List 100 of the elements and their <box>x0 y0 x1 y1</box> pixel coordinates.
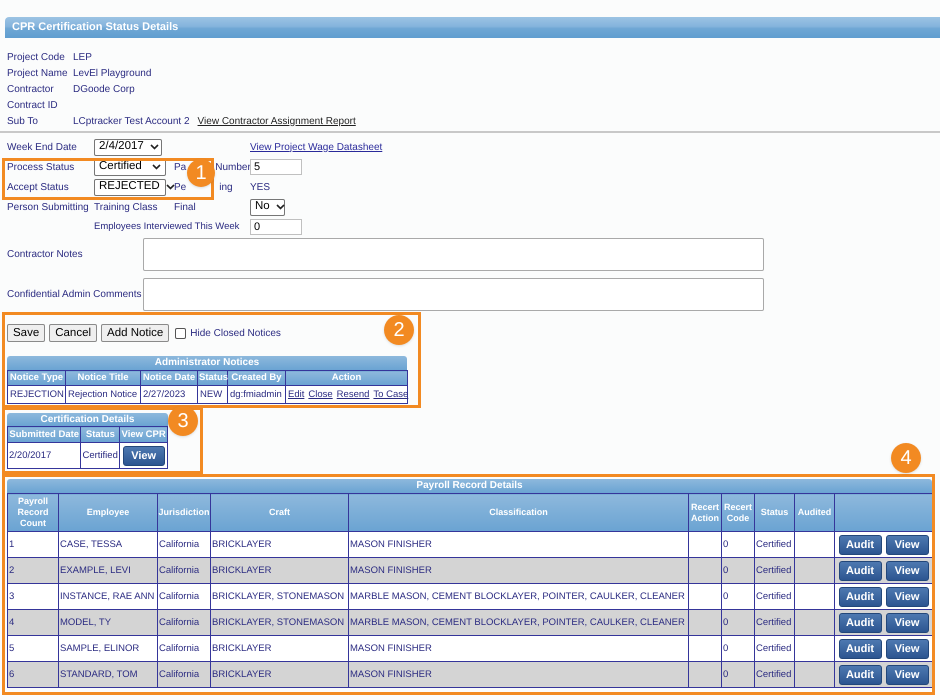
table-cell: MASON FINISHER <box>350 642 432 654</box>
table-cell: 2/20/2017 <box>8 442 81 469</box>
column-header: Recert Code <box>724 502 752 523</box>
table-cell: 0 <box>723 642 728 654</box>
dark-button[interactable]: Audit <box>838 534 882 555</box>
table-cell: 2/27/2023 <box>140 386 198 404</box>
value: LEP <box>73 50 92 64</box>
table-cell: 0 <box>723 564 728 576</box>
dark-button[interactable]: View <box>886 612 928 633</box>
table-cell: BRICKLAYER, STONEMASON <box>212 590 344 602</box>
table-cell: MARBLE MASON, CEMENT BLOCKLAYER, POINTER, CAULKER, CLEANER <box>350 616 685 628</box>
label: Week End Date <box>7 140 78 154</box>
dark-button[interactable]: Audit <box>838 664 882 685</box>
table-cell: 1 <box>9 538 14 550</box>
table-title: Certification Details <box>7 413 168 426</box>
label: Contract ID <box>7 100 58 110</box>
dark-button[interactable]: View <box>886 586 928 607</box>
label: Sub To <box>7 116 38 126</box>
table-cell: MODEL, TY <box>60 616 112 628</box>
column-header: Status <box>760 507 788 518</box>
caret-icon <box>150 144 159 150</box>
dark-button[interactable]: View <box>886 638 928 659</box>
table-cell: Certified <box>756 642 792 654</box>
table-title: Payroll Record Details <box>7 479 932 494</box>
value: YES <box>250 180 272 194</box>
table-cell: Rejection Notice <box>66 386 140 404</box>
label: Project Code <box>7 52 65 62</box>
table-cell: 0 <box>723 668 728 680</box>
callout-number: 3 <box>168 406 198 436</box>
label: Process Status <box>7 160 76 174</box>
column-header: Classification <box>489 507 548 518</box>
column-header: Action <box>286 370 408 386</box>
value: DGoode Corp <box>73 82 135 96</box>
label: Number <box>215 160 251 174</box>
input-field[interactable]: 5 <box>250 159 302 175</box>
column-header: Notice Date <box>140 370 198 386</box>
table-cell: SAMPLE, ELINOR <box>60 642 140 654</box>
table-cell: NEW <box>198 386 228 404</box>
action-link[interactable]: Resend <box>336 388 370 402</box>
column-header: Submitted Date <box>8 426 81 443</box>
column-header: Jurisdiction <box>158 507 210 518</box>
label: Final <box>174 200 197 214</box>
table-cell: Certified <box>756 668 792 680</box>
table-cell: REJECTION <box>8 386 66 404</box>
table-cell: Certified <box>756 616 792 628</box>
input-field[interactable]: 0 <box>250 219 302 235</box>
caret-icon <box>152 164 161 170</box>
action-button[interactable]: Save <box>7 324 46 342</box>
dark-button[interactable]: Audit <box>838 638 882 659</box>
column-header: Notice Title <box>66 370 140 386</box>
table-cell: BRICKLAYER <box>212 642 272 654</box>
table-cell: Certified <box>756 538 792 550</box>
column-header: View CPR <box>120 426 168 443</box>
label: Confidential Admin Comments <box>7 289 142 300</box>
callout-number: 2 <box>384 315 414 345</box>
table-cell: MASON FINISHER <box>350 538 432 550</box>
checkbox[interactable] <box>175 328 186 338</box>
label: Person Submitting <box>7 200 90 214</box>
text-area[interactable] <box>143 238 764 271</box>
table-cell: BRICKLAYER <box>212 668 272 680</box>
dark-button[interactable]: View <box>886 560 928 581</box>
column-header: Recert Action <box>690 502 719 523</box>
dark-button[interactable]: Audit <box>838 586 882 607</box>
value: LCptracker Test Account 2 <box>73 114 190 128</box>
table-cell: Certified <box>756 590 792 602</box>
dark-button[interactable]: View <box>886 534 928 555</box>
table-cell: California <box>159 642 200 654</box>
dropdown[interactable]: No <box>250 198 285 216</box>
table-cell: 6 <box>9 668 14 680</box>
label: Employees Interviewed This Week <box>94 220 240 232</box>
dark-button[interactable]: View <box>886 664 928 685</box>
table-cell: 5 <box>9 642 14 654</box>
wage-datasheet-link[interactable]: View Project Wage Datasheet <box>250 140 382 154</box>
table-cell: California <box>159 538 200 550</box>
action-link[interactable]: Close <box>308 388 333 402</box>
table-cell: MASON FINISHER <box>350 564 432 576</box>
column-header: Created By <box>228 370 286 386</box>
label: Contractor Notes <box>7 249 83 260</box>
dark-button[interactable]: Audit <box>838 612 882 633</box>
caret-icon <box>166 184 175 190</box>
table-cell: INSTANCE, RAE ANN <box>60 590 154 602</box>
table-cell: dg:fmiadmin <box>228 386 286 404</box>
text-area[interactable] <box>143 278 764 311</box>
table-cell: Certified <box>756 564 792 576</box>
table-cell: MASON FINISHER <box>350 668 432 680</box>
action-link[interactable]: Edit <box>288 388 304 402</box>
label: Training Class <box>94 200 159 214</box>
report-link[interactable]: View Contractor Assignment Report <box>198 114 356 128</box>
table-cell: 0 <box>723 538 728 550</box>
dropdown[interactable]: 2/4/2017 <box>94 138 162 156</box>
table-cell: 0 <box>723 616 728 628</box>
value: LevEl Playground <box>73 66 152 80</box>
action-button[interactable]: Add Notice <box>101 324 170 342</box>
callout-number: 1 <box>187 159 215 187</box>
table-cell: EXAMPLE, LEVI <box>60 564 131 576</box>
table-cell: BRICKLAYER <box>212 538 272 550</box>
dark-button[interactable]: Audit <box>838 560 882 581</box>
action-button[interactable]: Cancel <box>49 324 98 342</box>
column-header: Audited <box>798 507 832 518</box>
dark-button[interactable]: View <box>122 446 165 466</box>
